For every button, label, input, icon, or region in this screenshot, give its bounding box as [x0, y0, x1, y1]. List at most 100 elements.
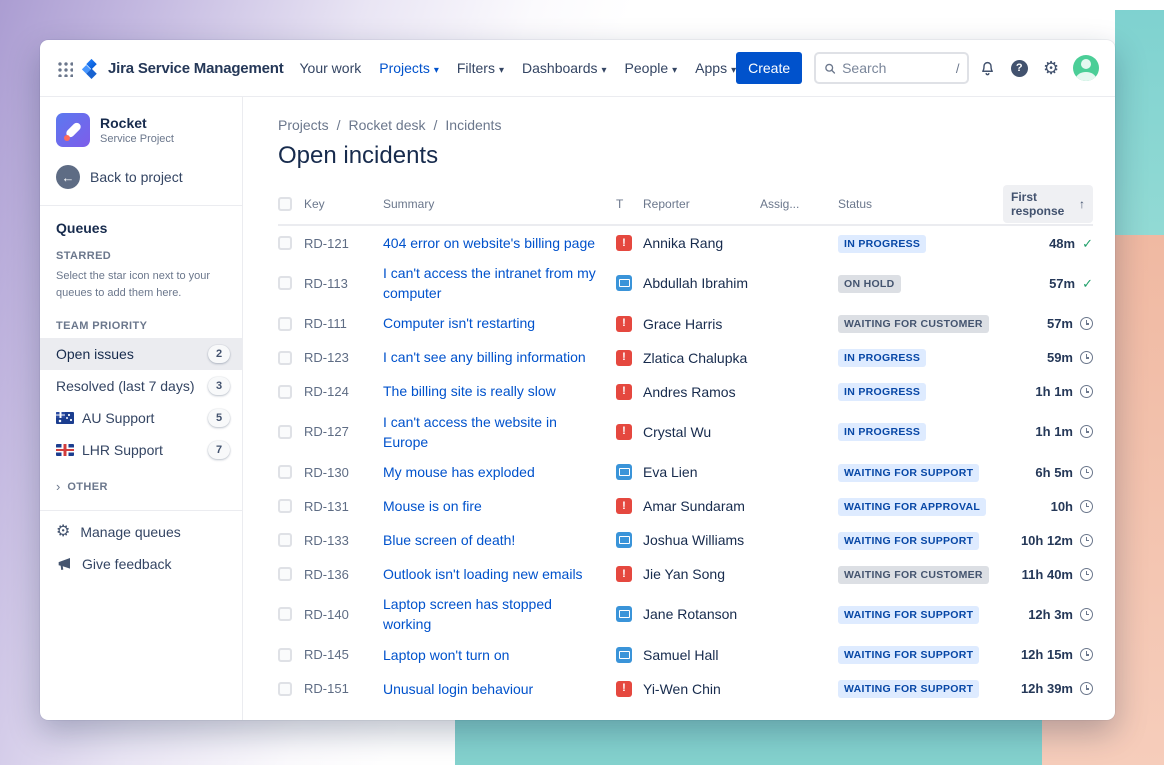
- row-checkbox[interactable]: [278, 648, 292, 662]
- status-badge: IN PROGRESS: [838, 423, 926, 441]
- issue-summary-link[interactable]: I can't access the website in Europe: [383, 412, 602, 453]
- table-row[interactable]: RD-145 Laptop won't turn on Samuel Hall …: [278, 638, 1093, 672]
- issue-summary-link[interactable]: I can't access the intranet from my comp…: [383, 263, 602, 304]
- row-checkbox[interactable]: [278, 385, 292, 399]
- status-badge: WAITING FOR CUSTOMER: [838, 315, 989, 333]
- issue-summary-link[interactable]: Outlook isn't loading new emails: [383, 564, 602, 584]
- nav-projects[interactable]: Projects: [379, 60, 439, 76]
- row-checkbox[interactable]: [278, 682, 292, 696]
- issue-summary-link[interactable]: I can't see any billing information: [383, 347, 602, 367]
- issue-summary-link[interactable]: Unusual login behaviour: [383, 679, 602, 699]
- table-row[interactable]: RD-127 I can't access the website in Eur…: [278, 409, 1093, 456]
- table-row[interactable]: RD-124 The billing site is really slow A…: [278, 375, 1093, 409]
- table-row[interactable]: RD-133 Blue screen of death! Joshua Will…: [278, 523, 1093, 557]
- queue-item-resolved[interactable]: Resolved (last 7 days) 3: [40, 370, 242, 402]
- column-header-first-response[interactable]: First response: [1003, 185, 1093, 223]
- notifications-button[interactable]: [973, 54, 1001, 82]
- settings-button[interactable]: [1037, 54, 1065, 82]
- column-header-type[interactable]: T: [616, 197, 643, 211]
- clock-icon: [1080, 351, 1093, 364]
- issue-summary-link[interactable]: Mouse is on fire: [383, 496, 602, 516]
- select-all-checkbox[interactable]: [278, 197, 292, 211]
- table-row[interactable]: RD-131 Mouse is on fire Amar Sundaram WA…: [278, 489, 1093, 523]
- brand-name: Jira Service Management: [108, 60, 284, 77]
- row-checkbox[interactable]: [278, 533, 292, 547]
- nav-people[interactable]: People: [625, 60, 678, 76]
- clock-icon: [1080, 385, 1093, 398]
- issue-key: RD-121: [304, 236, 383, 251]
- table-row[interactable]: RD-136 Outlook isn't loading new emails …: [278, 557, 1093, 591]
- nav-dashboards[interactable]: Dashboards: [522, 60, 607, 76]
- nav-filters[interactable]: Filters: [457, 60, 504, 76]
- jira-logo-icon: [81, 58, 102, 79]
- column-header-reporter[interactable]: Reporter: [643, 197, 760, 211]
- nav-apps[interactable]: Apps: [695, 60, 736, 76]
- give-feedback-button[interactable]: Give feedback: [40, 542, 242, 574]
- incident-type-icon: [616, 498, 632, 514]
- column-header-status[interactable]: Status: [838, 197, 1003, 211]
- first-response-time: 12h 15m: [1021, 647, 1073, 662]
- table-row[interactable]: RD-113 I can't access the intranet from …: [278, 260, 1093, 307]
- issue-reporter: Joshua Williams: [643, 532, 760, 548]
- issue-summary-link[interactable]: Laptop screen has stopped working: [383, 594, 602, 635]
- back-to-project-button[interactable]: Back to project: [40, 163, 242, 205]
- issue-summary-link[interactable]: The billing site is really slow: [383, 381, 602, 401]
- search-input[interactable]: [842, 60, 950, 76]
- issue-key: RD-111: [304, 316, 383, 331]
- row-checkbox[interactable]: [278, 499, 292, 513]
- brand[interactable]: Jira Service Management: [81, 58, 284, 79]
- issue-summary-link[interactable]: Computer isn't restarting: [383, 313, 602, 333]
- app-switcher-icon[interactable]: [56, 60, 73, 77]
- table-row[interactable]: RD-130 My mouse has exploded Eva Lien WA…: [278, 455, 1093, 489]
- issue-summary-link[interactable]: Laptop won't turn on: [383, 645, 602, 665]
- request-type-icon: [616, 532, 632, 548]
- issue-reporter: Crystal Wu: [643, 424, 760, 440]
- breadcrumb-incidents[interactable]: Incidents: [445, 117, 501, 133]
- request-type-icon: [616, 275, 632, 291]
- issue-summary-link[interactable]: Blue screen of death!: [383, 530, 602, 550]
- chevron-down-icon: [434, 60, 439, 76]
- row-checkbox[interactable]: [278, 351, 292, 365]
- help-icon: [1011, 60, 1028, 77]
- search-shortcut-hint: /: [956, 61, 960, 76]
- status-badge: WAITING FOR SUPPORT: [838, 646, 979, 664]
- starred-heading: STARRED: [40, 248, 242, 268]
- table-row[interactable]: RD-140 Laptop screen has stopped working…: [278, 591, 1093, 638]
- request-type-icon: [616, 464, 632, 480]
- other-section-toggle[interactable]: OTHER: [40, 466, 242, 510]
- row-checkbox[interactable]: [278, 317, 292, 331]
- row-checkbox[interactable]: [278, 607, 292, 621]
- column-header-key[interactable]: Key: [304, 197, 383, 211]
- table-row[interactable]: RD-151 Unusual login behaviour Yi-Wen Ch…: [278, 672, 1093, 706]
- help-button[interactable]: [1005, 54, 1033, 82]
- row-checkbox[interactable]: [278, 236, 292, 250]
- queue-label: Open issues: [56, 346, 200, 362]
- incident-type-icon: [616, 350, 632, 366]
- table-row[interactable]: RD-123 I can't see any billing informati…: [278, 341, 1093, 375]
- issue-summary-link[interactable]: My mouse has exploded: [383, 462, 602, 482]
- queue-item-au-support[interactable]: AU Support 5: [40, 402, 242, 434]
- search-box[interactable]: /: [814, 52, 969, 84]
- column-header-assignee[interactable]: Assig...: [760, 197, 838, 211]
- app-window: Jira Service Management Your work Projec…: [40, 40, 1115, 720]
- breadcrumb-projects[interactable]: Projects: [278, 117, 348, 133]
- table-row[interactable]: RD-121 404 error on website's billing pa…: [278, 226, 1093, 260]
- table-row[interactable]: RD-111 Computer isn't restarting Grace H…: [278, 307, 1093, 341]
- queue-item-lhr-support[interactable]: LHR Support 7: [40, 434, 242, 466]
- row-checkbox[interactable]: [278, 425, 292, 439]
- row-checkbox[interactable]: [278, 567, 292, 581]
- create-button[interactable]: Create: [736, 52, 802, 84]
- row-checkbox[interactable]: [278, 276, 292, 290]
- project-name: Rocket: [100, 115, 174, 132]
- issue-reporter: Jane Rotanson: [643, 606, 760, 622]
- nav-your-work[interactable]: Your work: [300, 60, 362, 76]
- breadcrumb-project-desk[interactable]: Rocket desk: [348, 117, 445, 133]
- queue-item-open-issues[interactable]: Open issues 2: [40, 338, 242, 370]
- issue-summary-link[interactable]: 404 error on website's billing page: [383, 233, 602, 253]
- user-avatar[interactable]: [1073, 55, 1099, 81]
- gear-icon: [56, 523, 70, 540]
- manage-queues-button[interactable]: Manage queues: [40, 511, 242, 542]
- column-header-summary[interactable]: Summary: [383, 197, 616, 211]
- row-checkbox[interactable]: [278, 465, 292, 479]
- queue-count-badge: 5: [208, 409, 230, 427]
